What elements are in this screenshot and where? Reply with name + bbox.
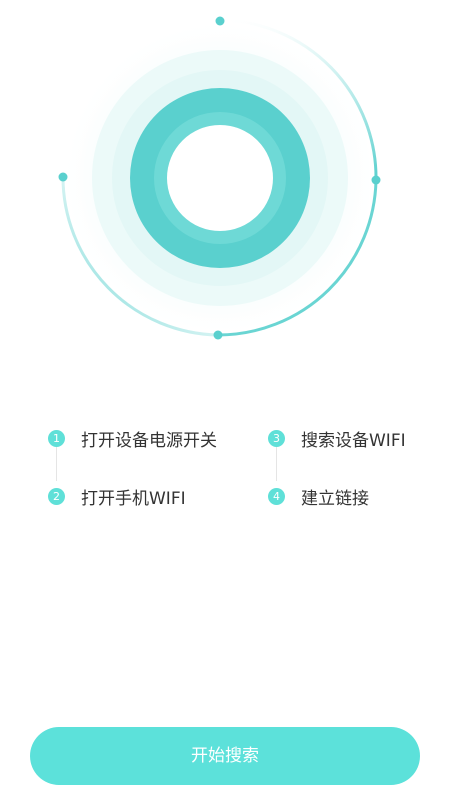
step-2: 2 打开手机WIFI: [48, 484, 186, 509]
step-label: 打开手机WIFI: [81, 489, 186, 509]
step-number-badge: 4: [268, 488, 285, 505]
radar-center: [167, 125, 273, 231]
step-label: 建立链接: [301, 489, 369, 509]
orbit-dot: [213, 330, 223, 340]
start-search-button[interactable]: 开始搜索: [30, 727, 420, 785]
step-number-badge: 1: [48, 430, 65, 447]
step-number-badge: 3: [268, 430, 285, 447]
step-number-badge: 2: [48, 488, 65, 505]
orbit-dot: [371, 175, 381, 185]
steps-list: 1 打开设备电源开关 2 打开手机WIFI 3 搜索设备WIFI 4 建立链接: [0, 420, 450, 530]
step-1: 1 打开设备电源开关: [48, 426, 217, 451]
orbit-dot: [215, 16, 225, 26]
orbit-dot: [58, 172, 68, 182]
step-label: 搜索设备WIFI: [301, 431, 406, 451]
step-label: 打开设备电源开关: [81, 431, 217, 451]
radar-graphic: [58, 16, 381, 340]
step-4: 4 建立链接: [268, 484, 369, 509]
step-3: 3 搜索设备WIFI: [268, 426, 406, 451]
